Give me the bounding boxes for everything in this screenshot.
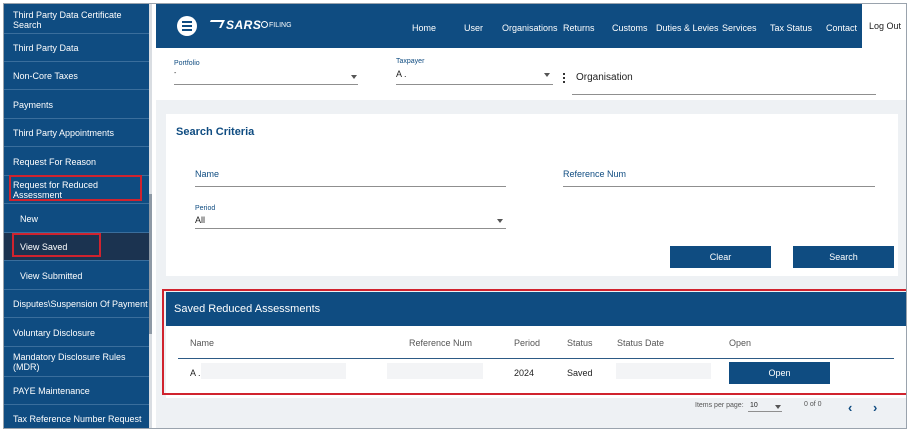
items-per-page-underline [748,411,782,412]
nav-customs[interactable]: Customs [612,23,648,33]
sidebar-item-non-core-taxes[interactable]: Non-Core Taxes [4,62,149,90]
chevron-right-icon[interactable]: › [873,400,877,415]
name-field-label: Name [195,169,220,179]
highlight-view-saved [12,233,101,257]
period-caret-icon[interactable] [497,219,503,223]
main-content: Portfolio - Taxpayer A . Organisation Se… [156,48,906,428]
taxpayer-caret-icon[interactable] [544,73,550,77]
portfolio-caret-icon[interactable] [351,75,357,79]
logout-button[interactable]: Log Out [862,4,906,48]
highlight-saved-assessments [162,289,906,395]
top-nav: SARS FILING Home User Organisations Retu… [156,4,906,48]
chevron-left-icon[interactable]: ‹ [848,400,852,415]
period-select-value[interactable]: All [195,215,205,225]
refnum-input[interactable] [563,186,875,187]
clear-button[interactable]: Clear [670,246,771,268]
efiling-logo: FILING [261,21,292,29]
portfolio-value[interactable]: - [174,70,176,77]
page-range: 0 of 0 [804,401,822,408]
search-criteria-card: Search Criteria Name Reference Num Perio… [166,114,898,276]
nav-home[interactable]: Home [412,23,436,33]
sidebar-item-disputes[interactable]: Disputes\Suspension Of Payment [4,290,149,318]
sidebar-item-paye-maintenance[interactable]: PAYE Maintenance [4,377,149,405]
sidebar-subitem-new[interactable]: New [4,205,149,233]
sidebar-scrollbar[interactable] [149,4,152,428]
sidebar-item-voluntary-disclosure[interactable]: Voluntary Disclosure [4,319,149,347]
sidebar-scroll-thumb[interactable] [149,194,152,334]
selector-bar: Portfolio - Taxpayer A . Organisation [156,48,906,100]
nav-services[interactable]: Services [722,23,757,33]
sidebar-item-mdr[interactable]: Mandatory Disclosure Rules (MDR) [4,347,149,377]
portfolio-label: Portfolio [174,60,200,67]
sidebar: Third Party Data Certificate Search Thir… [4,4,152,428]
nav-duties-levies[interactable]: Duties & Levies [656,23,719,33]
taxpayer-value[interactable]: A . [396,69,407,79]
sidebar-item-tax-ref-request[interactable]: Tax Reference Number Request [4,405,149,428]
nav-contact[interactable]: Contact [826,23,857,33]
organisation-label: Organisation [576,72,633,83]
items-per-page-label: Items per page: [695,402,744,409]
nav-user[interactable]: User [464,23,483,33]
search-criteria-title: Search Criteria [176,126,255,138]
period-field-label: Period [195,205,216,212]
items-per-page-select[interactable]: 10 [750,402,758,409]
highlight-request-reduced-assessment [9,175,142,201]
taxpayer-label: Taxpayer [396,58,425,65]
sars-logo: SARS [207,18,261,32]
portfolio-underline [174,84,358,85]
nav-organisations[interactable]: Organisations [502,23,558,33]
sars-logo-icon [207,20,225,28]
nav-tax-status[interactable]: Tax Status [770,23,812,33]
period-select-underline [195,228,506,229]
taxpayer-underline [396,84,553,85]
sidebar-item-third-party-data[interactable]: Third Party Data [4,34,149,62]
sidebar-item-third-party-data-cert[interactable]: Third Party Data Certificate Search [4,4,149,34]
name-input[interactable] [195,186,506,187]
items-per-page-caret-icon[interactable] [775,405,781,409]
refnum-field-label: Reference Num [563,169,627,179]
sidebar-item-third-party-appointments[interactable]: Third Party Appointments [4,119,149,147]
organisation-underline [572,94,876,95]
sidebar-item-request-for-reason[interactable]: Request For Reason [4,148,149,176]
sidebar-item-payments[interactable]: Payments [4,91,149,119]
sidebar-subitem-view-submitted[interactable]: View Submitted [4,262,149,290]
app-window: Third Party Data Certificate Search Thir… [3,3,907,429]
menu-icon[interactable] [177,16,197,36]
nav-returns[interactable]: Returns [563,23,595,33]
search-button[interactable]: Search [793,246,894,268]
efiling-e-icon [261,21,268,28]
